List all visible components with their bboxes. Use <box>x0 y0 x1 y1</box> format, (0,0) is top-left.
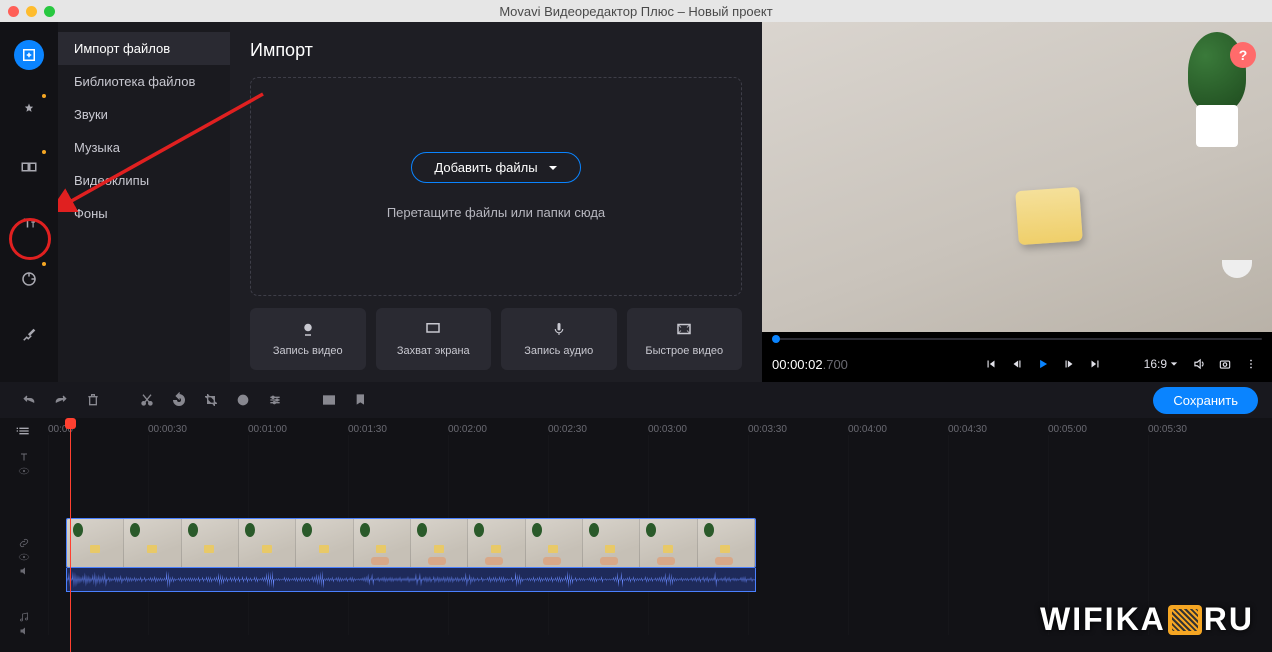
record-audio-card[interactable]: Запись аудио <box>501 308 617 370</box>
quick-video-card[interactable]: Быстрое видео <box>627 308 743 370</box>
color-adjust-button[interactable] <box>228 385 258 415</box>
preview-more-button[interactable] <box>1240 353 1262 375</box>
capture-row: Запись видео Захват экрана Запись аудио … <box>250 308 742 370</box>
side-item-music[interactable]: Музыка <box>58 131 230 164</box>
skip-end-button[interactable] <box>1084 353 1106 375</box>
import-tool-button[interactable] <box>14 40 44 70</box>
video-track-head <box>0 537 48 577</box>
microphone-icon <box>550 320 568 338</box>
import-side-menu: Импорт файлов Библиотека файлов Звуки Му… <box>58 22 230 382</box>
transition-wizard-button[interactable] <box>314 385 344 415</box>
more-tools-button[interactable] <box>14 320 44 350</box>
preview-controls: 00:00:02.700 16:9 <box>762 346 1272 382</box>
redo-button[interactable] <box>46 385 76 415</box>
eye-icon[interactable] <box>18 465 30 477</box>
text-track[interactable] <box>0 444 1272 484</box>
watermark: WIFIKARU <box>1040 601 1254 638</box>
speaker-icon[interactable] <box>18 565 30 577</box>
traffic-lights <box>8 6 55 17</box>
prev-frame-button[interactable] <box>1006 353 1028 375</box>
text-track-head <box>0 451 48 477</box>
rotate-button[interactable] <box>164 385 194 415</box>
preview-viewport[interactable]: ? <box>762 22 1272 332</box>
video-clip[interactable] <box>66 518 756 568</box>
skip-start-button[interactable] <box>980 353 1002 375</box>
help-button[interactable]: ? <box>1230 42 1256 68</box>
minimize-window-button[interactable] <box>26 6 37 17</box>
preview-timecode: 00:00:02.700 <box>772 357 848 372</box>
add-files-button[interactable]: Добавить файлы <box>411 152 580 183</box>
side-item-import-files[interactable]: Импорт файлов <box>58 32 230 65</box>
add-files-label: Добавить файлы <box>434 160 537 175</box>
capture-card-label: Запись аудио <box>524 344 593 358</box>
dropzone[interactable]: Добавить файлы Перетащите файлы или папк… <box>250 77 742 296</box>
drop-hint: Перетащите файлы или папки сюда <box>387 205 605 220</box>
record-video-card[interactable]: Запись видео <box>250 308 366 370</box>
window-title: Movavi Видеоредактор Плюс – Новый проект <box>499 4 772 19</box>
marker-button[interactable] <box>346 385 376 415</box>
stickers-tool-button[interactable] <box>14 264 44 294</box>
preview-box-shape <box>1015 187 1083 245</box>
speaker-icon[interactable] <box>18 625 30 637</box>
side-item-sounds[interactable]: Звуки <box>58 98 230 131</box>
music-icon <box>18 611 30 623</box>
titlebar: Movavi Видеоредактор Плюс – Новый проект <box>0 0 1272 22</box>
screen-capture-card[interactable]: Захват экрана <box>376 308 492 370</box>
webcam-icon <box>299 320 317 338</box>
add-track-button[interactable] <box>0 423 48 439</box>
next-frame-button[interactable] <box>1058 353 1080 375</box>
undo-button[interactable] <box>14 385 44 415</box>
music-track-head <box>0 611 48 637</box>
cut-button[interactable] <box>132 385 162 415</box>
delete-button[interactable] <box>78 385 108 415</box>
side-item-video-clips[interactable]: Видеоклипы <box>58 164 230 197</box>
tool-rail <box>0 22 58 382</box>
preview-progress[interactable] <box>762 332 1272 346</box>
wifika-logo-icon <box>1168 605 1202 635</box>
capture-card-label: Захват экрана <box>397 344 470 358</box>
import-heading: Импорт <box>250 40 742 61</box>
transitions-tool-button[interactable] <box>14 152 44 182</box>
waveform <box>67 568 755 591</box>
titles-tool-button[interactable] <box>14 208 44 238</box>
preview-flowers-shape <box>1212 238 1252 278</box>
volume-button[interactable] <box>1188 353 1210 375</box>
playhead[interactable] <box>70 418 71 652</box>
crop-button[interactable] <box>196 385 226 415</box>
text-track-icon <box>18 451 30 463</box>
filters-tool-button[interactable] <box>14 96 44 126</box>
monitor-icon <box>424 320 442 338</box>
timeline-ruler[interactable]: 00:0000:00:3000:01:0000:01:3000:02:0000:… <box>48 418 1272 444</box>
video-track[interactable] <box>0 518 1272 596</box>
eye-icon[interactable] <box>18 551 30 563</box>
maximize-window-button[interactable] <box>44 6 55 17</box>
snapshot-button[interactable] <box>1214 353 1236 375</box>
import-panel: Импорт Добавить файлы Перетащите файлы и… <box>230 22 762 382</box>
save-button[interactable]: Сохранить <box>1153 387 1258 414</box>
play-button[interactable] <box>1032 353 1054 375</box>
clip-properties-button[interactable] <box>260 385 290 415</box>
side-item-file-library[interactable]: Библиотека файлов <box>58 65 230 98</box>
side-item-backgrounds[interactable]: Фоны <box>58 197 230 230</box>
chevron-down-icon <box>548 163 558 173</box>
audio-clip[interactable] <box>66 568 756 592</box>
edit-toolbar: Сохранить <box>0 382 1272 418</box>
capture-card-label: Быстрое видео <box>645 344 723 358</box>
preview-panel: ? 00:00:02.700 16:9 <box>762 22 1272 382</box>
aspect-ratio-selector[interactable]: 16:9 <box>1138 357 1184 371</box>
film-icon <box>675 320 693 338</box>
link-icon[interactable] <box>18 537 30 549</box>
close-window-button[interactable] <box>8 6 19 17</box>
capture-card-label: Запись видео <box>273 344 343 358</box>
